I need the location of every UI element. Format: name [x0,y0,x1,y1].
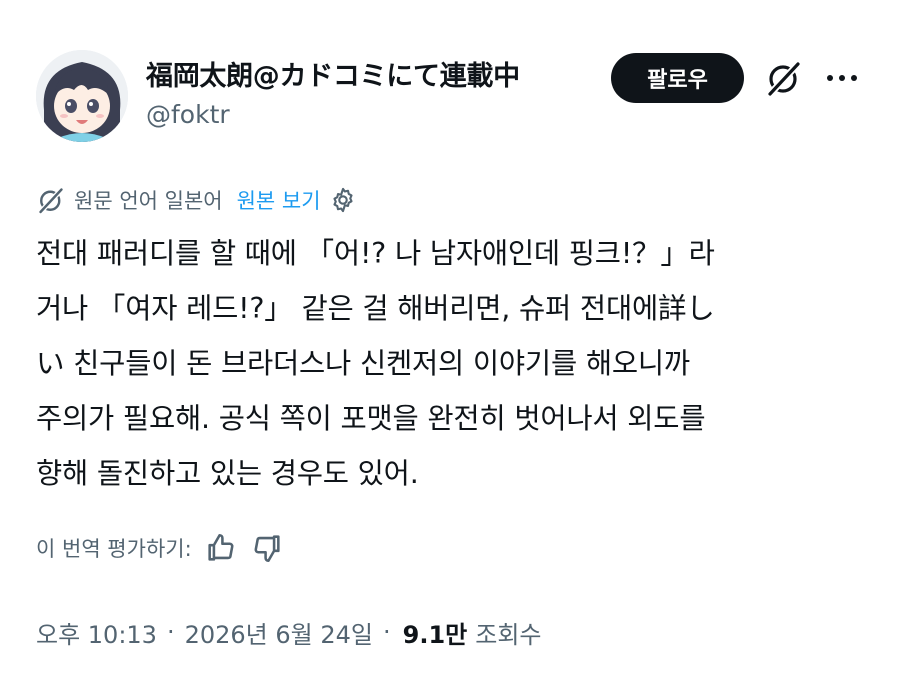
more-icon[interactable] [822,60,862,96]
meta-separator: · [382,618,391,646]
post-line: 향해 돌진하고 있는 경우도 있어. [36,457,419,490]
gear-icon[interactable] [329,186,357,214]
grok-icon[interactable] [764,58,804,98]
author-display-name[interactable]: 福岡太朗@カドコミにて連載中 [146,54,520,93]
author-handle[interactable]: @foktr [146,100,230,129]
post-line: 주의가 필요해. 공식 쪽이 포맷을 완전히 벗어나서 외도를 [36,402,706,435]
rate-translation-label: 이 번역 평가하기: [36,537,192,561]
thumbs-up-icon[interactable] [204,531,238,565]
grok-translate-icon [36,185,66,215]
views-label: 조회수 [475,620,542,649]
post-line: 거나 「여자 레드!?」 같은 걸 해버리면, 슈퍼 전대에詳し [36,292,715,325]
post-date[interactable]: 2026년 6월 24일 [185,615,373,650]
anime-girl-avatar-icon [36,50,128,142]
meta-separator: · [166,618,175,646]
post-line: 전대 패러디를 할 때에 「어!? 나 남자애인데 핑크!？」라 [36,237,715,270]
show-original-link[interactable]: 원본 보기 [237,185,321,215]
thumbs-down-icon[interactable] [250,531,284,565]
views-count: 9.1만 [402,620,468,649]
post-meta-row: 오후 10:13 · 2026년 6월 24일 · 9.1만 조회수 [36,612,541,652]
post-body: 전대 패러디를 할 때에 「어!? 나 남자애인데 핑크!？」라 거나 「여자 … [36,226,866,501]
translation-language-label: 원문 언어 일본어 [74,189,223,213]
avatar[interactable] [36,50,128,142]
post-line: い 친구들이 돈 브라더스나 신켄저의 이야기를 해오니까 [36,347,690,380]
rate-translation-row: 이 번역 평가하기: [36,530,284,566]
follow-button[interactable]: 팔로우 [611,53,744,103]
post-time[interactable]: 오후 10:13 [36,615,157,650]
translation-notice-row: 원문 언어 일본어 원본 보기 [36,183,357,217]
